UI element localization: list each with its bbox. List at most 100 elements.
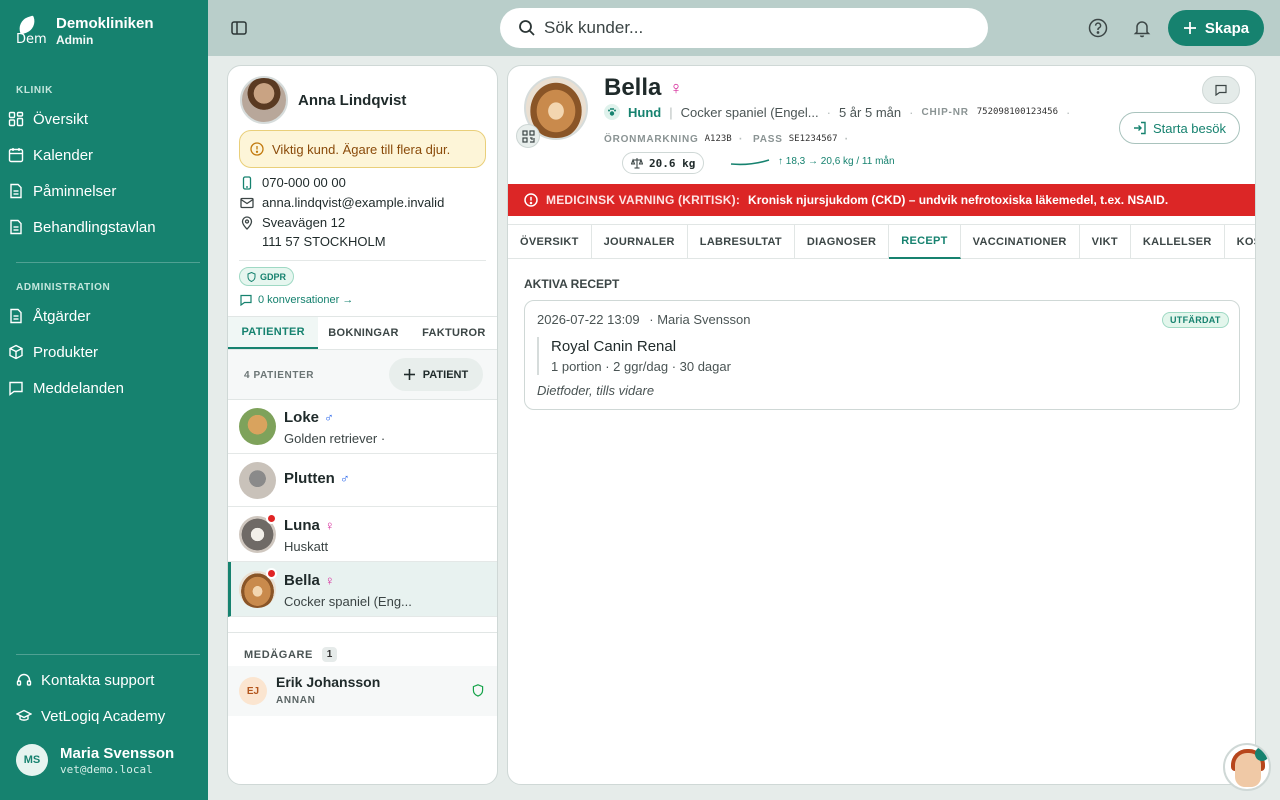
patient-breed: Cocker spaniel (Eng... <box>284 594 412 609</box>
bell-icon[interactable] <box>1132 18 1152 38</box>
conversations-link[interactable]: 0 konversationer → <box>240 294 353 306</box>
qr-code-icon <box>521 129 535 143</box>
document-icon <box>10 219 22 235</box>
prescription-vet: · Maria Svensson <box>649 312 751 327</box>
brand[interactable]: Dem Demokliniken Admin <box>16 14 154 48</box>
qr-code-button[interactable] <box>516 124 540 148</box>
weight-pill[interactable]: 20.6 kg <box>622 152 705 174</box>
patients-header: 4 PATIENTER PATIENT <box>228 350 497 400</box>
patient-item-loke[interactable]: Loke ♂ Golden retriever · <box>228 400 497 454</box>
add-patient-button[interactable]: PATIENT <box>389 358 483 391</box>
search-bar[interactable] <box>500 8 988 48</box>
ear-number: A123B <box>704 134 732 144</box>
tab-oversikt[interactable]: ÖVERSIKT <box>508 225 592 259</box>
sidebar: Dem Demokliniken Admin KLINIK Översikt K… <box>0 0 208 800</box>
headset-icon <box>16 673 32 686</box>
tab-kallelser[interactable]: KALLELSER <box>1131 225 1225 259</box>
tab-fakturor[interactable]: FAKTUROR <box>409 317 497 349</box>
contact-support-link[interactable]: Kontakta support <box>16 665 208 695</box>
weight-trend: ↑ 18,3 → 20,6 kg / 11 mån <box>778 156 895 167</box>
chip-label: CHIP-NR <box>921 106 969 118</box>
help-icon[interactable] <box>1088 18 1108 38</box>
document-icon <box>10 183 22 199</box>
message-icon <box>9 381 23 396</box>
message-icon <box>1215 84 1227 96</box>
scale-icon <box>631 158 643 169</box>
patient-item-bella[interactable]: Bella ♀ Cocker spaniel (Eng... <box>228 562 497 617</box>
academy-link[interactable]: VetLogiq Academy <box>16 701 208 731</box>
mail-icon <box>240 197 254 209</box>
tab-vikt[interactable]: VIKT <box>1080 225 1131 259</box>
weight-value: 20.6 kg <box>649 156 696 170</box>
medical-warning-banner: MEDICINSK VARNING (KRITISK): Kronisk nju… <box>508 184 1255 216</box>
medical-alert-dot <box>266 513 277 524</box>
create-button[interactable]: Skapa <box>1168 10 1264 46</box>
medical-warning-label: MEDICINSK VARNING (KRITISK): <box>546 193 741 207</box>
nav-item-atgarder[interactable]: Åtgärder <box>8 301 200 331</box>
owner-name: Anna Lindqvist <box>298 91 407 109</box>
nav-item-produkter[interactable]: Produkter <box>8 337 200 367</box>
weight-sparkline <box>730 159 770 166</box>
pet-species-row: Hund | Cocker spaniel (Engel... · 5 år 5… <box>604 104 1070 120</box>
pet-name-text: Bella <box>604 74 662 101</box>
pet-breed: Cocker spaniel (Engel... <box>680 104 819 120</box>
prescription-datetime: 2026-07-22 13:09 <box>537 312 640 327</box>
prescription-status-badge: UTFÄRDAT <box>1162 312 1229 328</box>
sidebar-toggle-icon[interactable] <box>230 19 248 37</box>
prescription-divider <box>537 337 539 375</box>
coowner-item[interactable]: EJ Erik Johansson ANNAN <box>228 666 497 716</box>
nav-item-label: Behandlingstavlan <box>33 218 156 236</box>
academy-label: VetLogiq Academy <box>41 707 166 725</box>
owner-avatar <box>240 76 288 124</box>
gdpr-badge[interactable]: GDPR <box>239 267 295 286</box>
tab-kostnads[interactable]: KOSTNADS <box>1225 225 1255 259</box>
tab-labresultat[interactable]: LABRESULTAT <box>688 225 795 259</box>
coowner-avatar: EJ <box>239 677 267 705</box>
patient-breed: Golden retriever · <box>284 431 386 446</box>
notes-button[interactable] <box>1202 76 1240 104</box>
nav-item-behandlingstavlan[interactable]: Behandlingstavlan <box>8 212 200 242</box>
user-profile[interactable]: MS Maria Svensson vet@demo.local <box>16 744 174 776</box>
plus-icon <box>403 369 415 380</box>
owner-address: Sveavägen 12 111 57 STOCKHOLM <box>240 215 386 249</box>
tab-bokningar[interactable]: BOKNINGAR <box>318 317 408 349</box>
contact-support-label: Kontakta support <box>41 671 155 689</box>
patients-count: 4 PATIENTER <box>244 370 315 381</box>
user-avatar: MS <box>16 744 48 776</box>
divider <box>239 260 486 261</box>
assistant-avatar-button[interactable] <box>1223 743 1271 791</box>
nav-section-klinik: KLINIK <box>16 85 53 96</box>
medical-warning-text: Kronisk njursjukdom (CKD) – undvik nefro… <box>748 193 1169 207</box>
box-icon <box>9 344 23 360</box>
tab-vaccinationer[interactable]: VACCINATIONER <box>961 225 1080 259</box>
owner-city: 111 57 STOCKHOLM <box>262 234 386 249</box>
pet-name: Bella ♀ <box>604 74 683 102</box>
female-icon: ♀ <box>324 518 335 533</box>
nav-item-meddelanden[interactable]: Meddelanden <box>8 373 200 403</box>
patient-item-luna[interactable]: Luna ♀ Huskatt <box>228 507 497 562</box>
prescription-card[interactable]: 2026-07-22 13:09 · Maria Svensson UTFÄRD… <box>524 300 1240 410</box>
nav-item-kalender[interactable]: Kalender <box>8 140 200 170</box>
tab-journaler[interactable]: JOURNALER <box>592 225 688 259</box>
search-input[interactable] <box>544 18 944 38</box>
patient-name: Bella ♀ <box>284 572 335 589</box>
tab-diagnoser[interactable]: DIAGNOSER <box>795 225 890 259</box>
patient-name: Loke ♂ <box>284 409 334 426</box>
patient-item-plutten[interactable]: Plutten ♂ <box>228 454 497 507</box>
alert-circle-icon <box>524 193 538 207</box>
medical-alert-dot <box>266 568 277 579</box>
conversations-label: 0 konversationer → <box>258 294 354 306</box>
tab-recept[interactable]: RECEPT <box>889 225 961 259</box>
nav-item-oversikt[interactable]: Översikt <box>8 104 200 134</box>
owner-header[interactable]: Anna Lindqvist <box>240 76 406 124</box>
owner-street: Sveavägen 12 <box>262 215 346 230</box>
owner-phone[interactable]: 070-000 00 00 <box>240 175 346 190</box>
nav-item-paminnelser[interactable]: Påminnelser <box>8 176 200 206</box>
create-label: Skapa <box>1204 19 1250 37</box>
paw-icon <box>604 104 620 120</box>
pet-ids-row: ÖRONMARKNING A123B · PASS SE1234567 · <box>604 130 849 147</box>
start-visit-button[interactable]: Starta besök <box>1119 112 1240 144</box>
owner-email[interactable]: anna.lindqvist@example.invalid <box>240 195 444 210</box>
tab-patienter[interactable]: PATIENTER <box>228 317 319 349</box>
female-icon: ♀ <box>669 77 683 98</box>
